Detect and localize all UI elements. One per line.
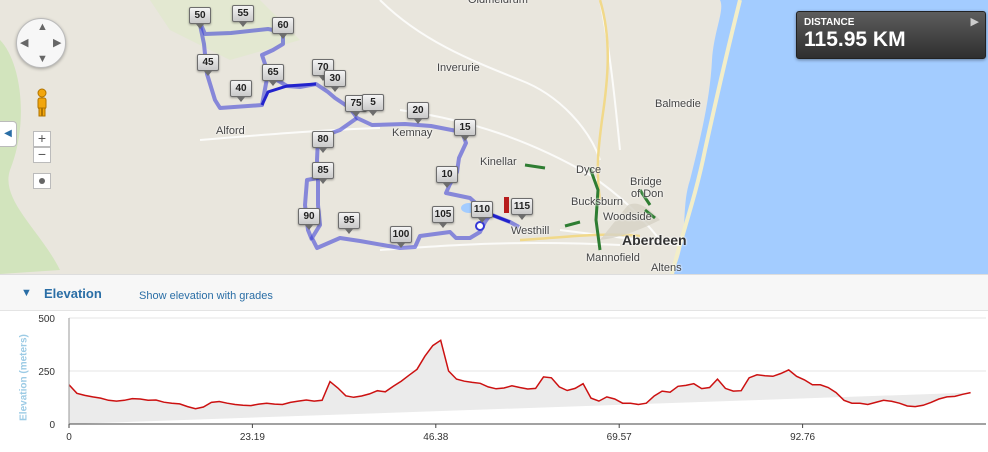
pan-right-icon[interactable]: ▶ bbox=[53, 38, 61, 49]
place-label-westhill: Westhill bbox=[511, 225, 550, 237]
distance-marker-50[interactable]: 50 bbox=[189, 7, 211, 29]
distance-label: DISTANCE bbox=[804, 17, 855, 28]
distance-marker-65[interactable]: 65 bbox=[262, 64, 284, 86]
collapse-elevation-icon[interactable]: ▼ bbox=[21, 287, 32, 299]
y-tick-label: 250 bbox=[38, 367, 55, 378]
place-label-kinellar: Kinellar bbox=[480, 156, 517, 168]
x-tick-label: 23.19 bbox=[240, 432, 265, 443]
collapse-panel-button[interactable]: ◀ bbox=[0, 121, 17, 147]
distance-marker-20[interactable]: 20 bbox=[407, 102, 429, 124]
x-tick-label: 46.38 bbox=[423, 432, 448, 443]
distance-value: 115.95 KM bbox=[804, 28, 906, 51]
show-grades-link[interactable]: Show elevation with grades bbox=[139, 290, 273, 302]
elevation-header: ▼ Elevation Show elevation with grades bbox=[0, 274, 988, 311]
distance-marker-105[interactable]: 105 bbox=[432, 206, 454, 228]
pan-up-icon[interactable]: ▲ bbox=[37, 22, 48, 33]
street-view-pegman-icon[interactable] bbox=[33, 88, 51, 118]
elevation-area bbox=[69, 340, 971, 424]
x-tick-label: 0 bbox=[66, 432, 72, 443]
distance-marker-90[interactable]: 90 bbox=[298, 208, 320, 230]
place-label-alford: Alford bbox=[216, 125, 245, 137]
place-label-balmedie: Balmedie bbox=[655, 98, 701, 110]
distance-marker-115[interactable]: 115 bbox=[511, 198, 533, 220]
place-label-oldmeldrum: Oldmeldrum bbox=[468, 0, 528, 6]
place-label-dyce: Dyce bbox=[576, 164, 602, 176]
place-label-altens: Altens bbox=[651, 262, 682, 274]
x-tick-label: 69.57 bbox=[607, 432, 632, 443]
chart-y-axis-label: Elevation (meters) bbox=[18, 334, 30, 421]
distance-marker-85[interactable]: 85 bbox=[312, 162, 334, 184]
map-view[interactable]: Inverurie Alford Balmedie Kemnay Kinellar Dyc… bbox=[0, 0, 988, 274]
play-icon[interactable]: ▶ bbox=[971, 15, 979, 28]
distance-marker-10[interactable]: 10 bbox=[436, 166, 458, 188]
distance-marker-80[interactable]: 80 bbox=[312, 131, 334, 153]
distance-marker-40[interactable]: 40 bbox=[230, 80, 252, 102]
pan-left-icon[interactable]: ◀ bbox=[20, 38, 28, 49]
distance-marker-15[interactable]: 15 bbox=[454, 119, 476, 141]
y-tick-label: 500 bbox=[38, 314, 55, 325]
place-label-woodside: Woodside bbox=[603, 211, 652, 223]
distance-marker-30[interactable]: 30 bbox=[324, 70, 346, 92]
zoom-slider-handle[interactable] bbox=[33, 173, 51, 189]
place-label-bridge: Bridge bbox=[630, 176, 662, 188]
elevation-chart: 0 250 500 0 23.19 46.38 69.57 92.76 Elevation (… bbox=[0, 311, 988, 452]
zoom-out-button[interactable]: − bbox=[33, 147, 51, 163]
place-label-mannofield: Mannofield bbox=[586, 252, 640, 264]
place-label-aberdeen: Aberdeen bbox=[622, 232, 687, 248]
distance-marker-100[interactable]: 100 bbox=[390, 226, 412, 248]
distance-marker-5[interactable]: 5 bbox=[362, 94, 384, 116]
distance-marker-45[interactable]: 45 bbox=[197, 54, 219, 76]
place-label-kemnay: Kemnay bbox=[392, 127, 433, 139]
place-label-inverurie: Inverurie bbox=[437, 62, 480, 74]
pan-down-icon[interactable]: ▼ bbox=[37, 54, 48, 65]
distance-marker-60[interactable]: 60 bbox=[272, 17, 294, 39]
distance-marker-55[interactable]: 55 bbox=[232, 5, 254, 27]
pan-control[interactable]: ▲ ▼ ◀ ▶ bbox=[16, 18, 66, 68]
distance-marker-95[interactable]: 95 bbox=[338, 212, 360, 234]
distance-marker-110[interactable]: 110 bbox=[471, 201, 493, 223]
y-tick-label: 0 bbox=[49, 420, 55, 431]
elevation-title[interactable]: Elevation bbox=[44, 286, 102, 301]
place-label-bucksburn: Bucksburn bbox=[571, 196, 623, 208]
elevation-chart-svg: 0 250 500 0 23.19 46.38 69.57 92.76 bbox=[38, 314, 986, 443]
distance-panel: DISTANCE 115.95 KM ▶ bbox=[796, 11, 986, 59]
x-tick-label: 92.76 bbox=[790, 432, 815, 443]
place-label-ofdon: of Don bbox=[631, 188, 664, 200]
zoom-in-button[interactable]: + bbox=[33, 131, 51, 147]
